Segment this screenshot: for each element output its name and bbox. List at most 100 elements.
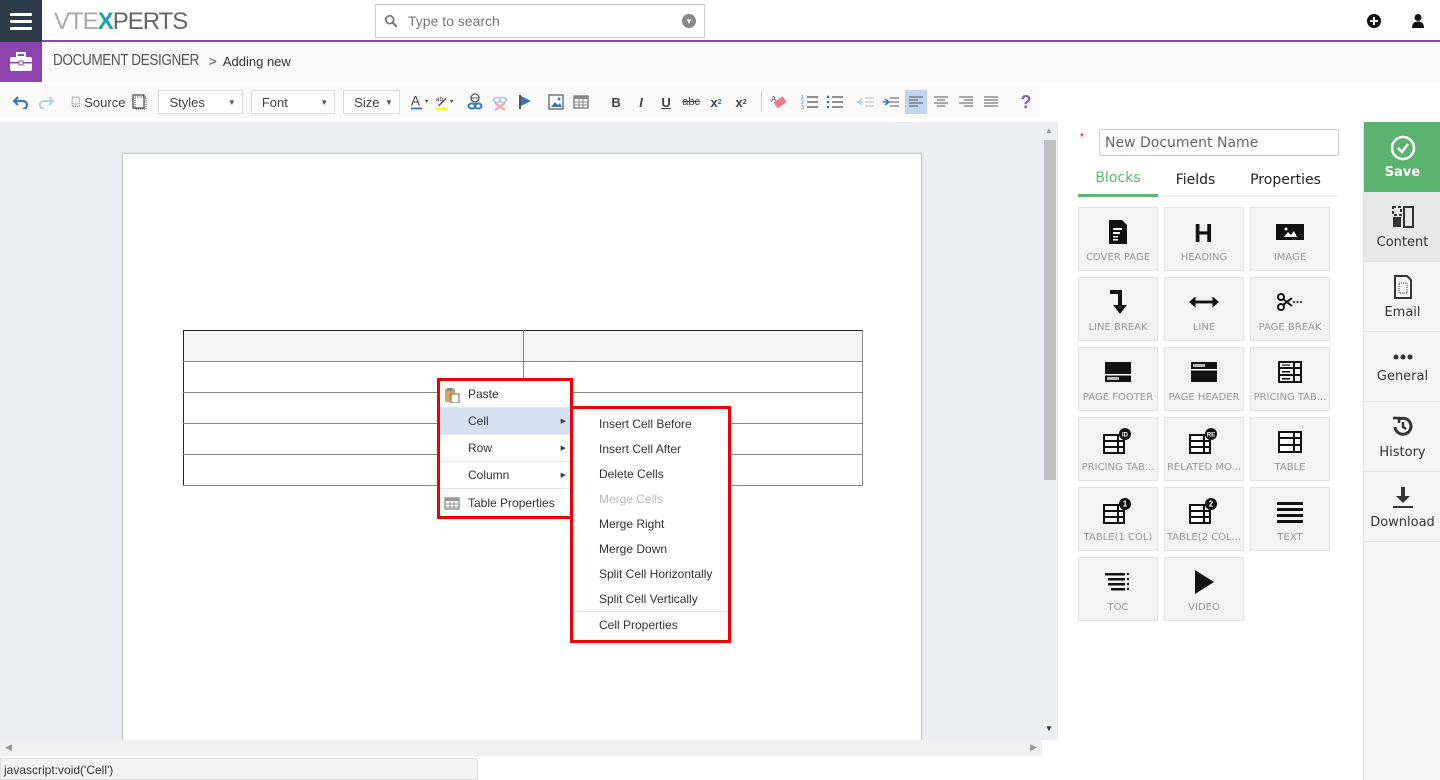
block-text[interactable]: TEXT <box>1250 487 1330 551</box>
vertical-scrollbar[interactable]: ▲ ▼ <box>1042 122 1058 740</box>
paste-icon <box>445 388 460 403</box>
submenu-item-delete-cells[interactable]: Delete Cells <box>573 461 728 486</box>
scroll-down-icon[interactable]: ▼ <box>1045 724 1053 733</box>
bullet-list-button[interactable] <box>824 90 846 114</box>
block-table-2col[interactable]: 2 TABLE(2 COL... <box>1164 487 1244 551</box>
menu-label: Delete Cells <box>599 466 664 481</box>
block-heading[interactable]: H HEADING <box>1164 207 1244 271</box>
align-center-button[interactable] <box>930 90 952 114</box>
svg-text:RE: RE <box>1207 433 1215 439</box>
breadcrumb-module[interactable]: DOCUMENT DESIGNER <box>53 52 199 70</box>
table-cell[interactable] <box>523 330 863 362</box>
block-pricing-table[interactable]: PRICING TAB... <box>1250 347 1330 411</box>
nav-content[interactable]: Content <box>1364 192 1440 262</box>
block-label: HEADING <box>1180 252 1228 263</box>
align-left-button[interactable] <box>905 90 927 114</box>
scroll-right-icon[interactable]: ▶ <box>1030 742 1037 753</box>
scissors-icon <box>1275 288 1305 316</box>
highlight-color-button[interactable]: ab ▼ <box>435 90 457 114</box>
submenu-item-merge-down[interactable]: Merge Down <box>573 536 728 561</box>
bold-button[interactable]: B <box>605 90 627 114</box>
link-button[interactable] <box>464 90 486 114</box>
document-name-input[interactable] <box>1099 129 1339 156</box>
font-select[interactable]: Font ▼ <box>250 90 336 114</box>
page-header-icon <box>1189 358 1219 386</box>
menu-item-paste[interactable]: Paste <box>440 381 570 408</box>
image-button[interactable] <box>545 90 567 114</box>
block-page-footer[interactable]: PAGE FOOTER <box>1078 347 1158 411</box>
status-bar: javascript:void('Cell') <box>0 758 478 780</box>
block-toc[interactable]: TOC <box>1078 557 1158 621</box>
save-button[interactable]: Save <box>1364 122 1440 192</box>
text-color-button[interactable]: A ▼ <box>410 90 432 114</box>
horizontal-scrollbar[interactable]: ◀ ▶ <box>0 740 1042 756</box>
styles-label: Styles <box>169 94 205 110</box>
block-label: RELATED MO... <box>1166 462 1242 473</box>
remove-format-button[interactable]: A <box>768 90 790 114</box>
logo-text-1: VTE <box>54 8 99 35</box>
menu-item-cell[interactable]: Cell ▶ <box>440 408 570 435</box>
anchor-button[interactable] <box>514 90 536 114</box>
superscript-button[interactable]: x2 <box>730 90 752 114</box>
table-cell[interactable] <box>523 361 863 393</box>
submenu-item-merge-right[interactable]: Merge Right <box>573 511 728 536</box>
nav-history[interactable]: History <box>1364 402 1440 472</box>
size-select[interactable]: Size ▼ <box>343 90 400 114</box>
search-dropdown-icon[interactable]: ▾ <box>682 14 696 28</box>
outdent-button[interactable] <box>855 90 877 114</box>
block-scissors[interactable]: PAGE BREAK <box>1250 277 1330 341</box>
menu-item-table-properties[interactable]: Table Properties <box>440 489 570 516</box>
undo-button[interactable] <box>10 90 32 114</box>
block-image[interactable]: IMAGE <box>1250 207 1330 271</box>
styles-select[interactable]: Styles ▼ <box>158 90 243 114</box>
source-button[interactable]: </> Source <box>70 90 125 114</box>
numbered-list-button[interactable]: 123 <box>799 90 821 114</box>
user-icon[interactable] <box>1410 13 1426 29</box>
subscript-button[interactable]: x2 <box>705 90 727 114</box>
tab-blocks[interactable]: Blocks <box>1078 162 1158 197</box>
redo-button[interactable] <box>35 90 57 114</box>
block-line[interactable]: LINE <box>1164 277 1244 341</box>
justify-button[interactable] <box>980 90 1002 114</box>
nav-download[interactable]: Download <box>1364 472 1440 542</box>
submenu-item-split-horizontally[interactable]: Split Cell Horizontally <box>573 561 728 586</box>
table-cell[interactable] <box>183 330 524 362</box>
scrollbar-thumb[interactable] <box>1044 140 1056 480</box>
scroll-up-icon[interactable]: ▲ <box>1045 126 1053 135</box>
submenu-item-split-vertically[interactable]: Split Cell Vertically <box>573 586 728 611</box>
block-label: LINE <box>1192 322 1216 333</box>
block-pricing-table-id[interactable]: ID PRICING TAB... <box>1078 417 1158 481</box>
underline-button[interactable]: U <box>655 90 677 114</box>
italic-button[interactable]: I <box>630 90 652 114</box>
menu-item-column[interactable]: Column ▶ <box>440 462 570 489</box>
help-button[interactable]: ? <box>1015 90 1037 114</box>
menu-icon[interactable] <box>0 0 42 42</box>
strikethrough-button[interactable]: abc <box>680 90 702 114</box>
submenu-item-insert-cell-before[interactable]: Insert Cell Before <box>573 411 728 436</box>
block-table[interactable]: TABLE <box>1250 417 1330 481</box>
scroll-left-icon[interactable]: ◀ <box>5 742 12 753</box>
align-right-button[interactable] <box>955 90 977 114</box>
block-related-module[interactable]: RE RELATED MO... <box>1164 417 1244 481</box>
indent-button[interactable] <box>880 90 902 114</box>
search-input[interactable] <box>408 13 682 29</box>
block-table-1col[interactable]: 1 TABLE(1 COL) <box>1078 487 1158 551</box>
menu-label: Merge Right <box>599 516 665 531</box>
block-cover-page[interactable]: COVER PAGE <box>1078 207 1158 271</box>
unlink-button[interactable] <box>489 90 511 114</box>
tab-properties[interactable]: Properties <box>1233 162 1338 197</box>
nav-general[interactable]: General <box>1364 332 1440 402</box>
add-icon[interactable] <box>1366 13 1382 29</box>
submenu-item-insert-cell-after[interactable]: Insert Cell After <box>573 436 728 461</box>
logo[interactable]: VTEXPERTS <box>54 8 188 36</box>
submenu-item-cell-properties[interactable]: Cell Properties <box>573 611 728 638</box>
nav-email[interactable]: Email <box>1364 262 1440 332</box>
block-video[interactable]: VIDEO <box>1164 557 1244 621</box>
tab-fields[interactable]: Fields <box>1158 162 1233 197</box>
preview-button[interactable] <box>128 90 150 114</box>
menu-item-row[interactable]: Row ▶ <box>440 435 570 462</box>
image-icon <box>1275 218 1305 246</box>
block-page-header[interactable]: PAGE HEADER <box>1164 347 1244 411</box>
block-line-break[interactable]: LINE BREAK <box>1078 277 1158 341</box>
table-button[interactable] <box>570 90 592 114</box>
